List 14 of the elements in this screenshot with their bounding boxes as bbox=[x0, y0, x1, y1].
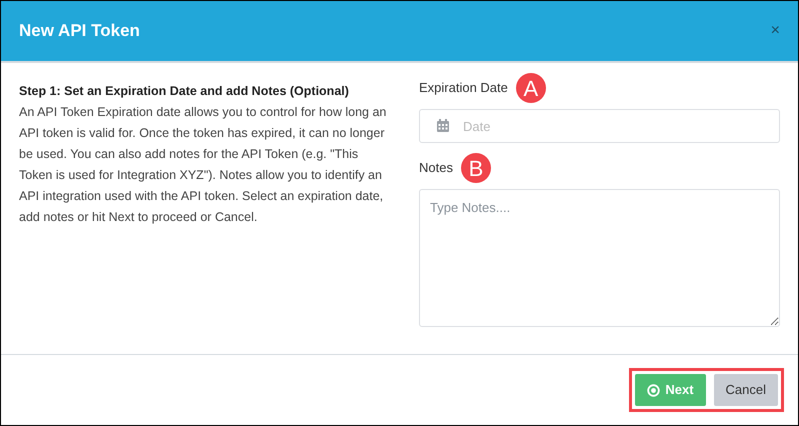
cancel-button[interactable]: Cancel bbox=[714, 374, 778, 406]
date-field[interactable]: Date bbox=[419, 109, 780, 143]
notes-field[interactable]: Type Notes.... bbox=[419, 189, 780, 327]
radio-dot-icon bbox=[647, 384, 660, 396]
field-label: Expiration Date bbox=[419, 79, 508, 98]
close-button[interactable]: × bbox=[770, 23, 780, 39]
step-description: An API Token Expiration date allows you to control for how long an API token is valid for. Once the token has expired, it can no longer be used. You can also add notes for the API Token (e.g. "This Token is used for Integration XYZ"). Notes allow you to identify an API integration used with the API token. Select an expiration date, add notes or hit Next to proceed or Cancel. bbox=[19, 104, 388, 226]
step-heading: Step 1: Set an Expiration Date and add Notes (Optional) bbox=[19, 83, 350, 100]
calendar-icon bbox=[436, 119, 450, 133]
dialog-title: New API Token bbox=[19, 20, 140, 42]
annotation-marker: B bbox=[460, 153, 491, 183]
annotation-marker: A bbox=[516, 73, 546, 103]
next-button[interactable]: Next bbox=[635, 374, 706, 406]
field-label: Notes bbox=[419, 159, 453, 178]
